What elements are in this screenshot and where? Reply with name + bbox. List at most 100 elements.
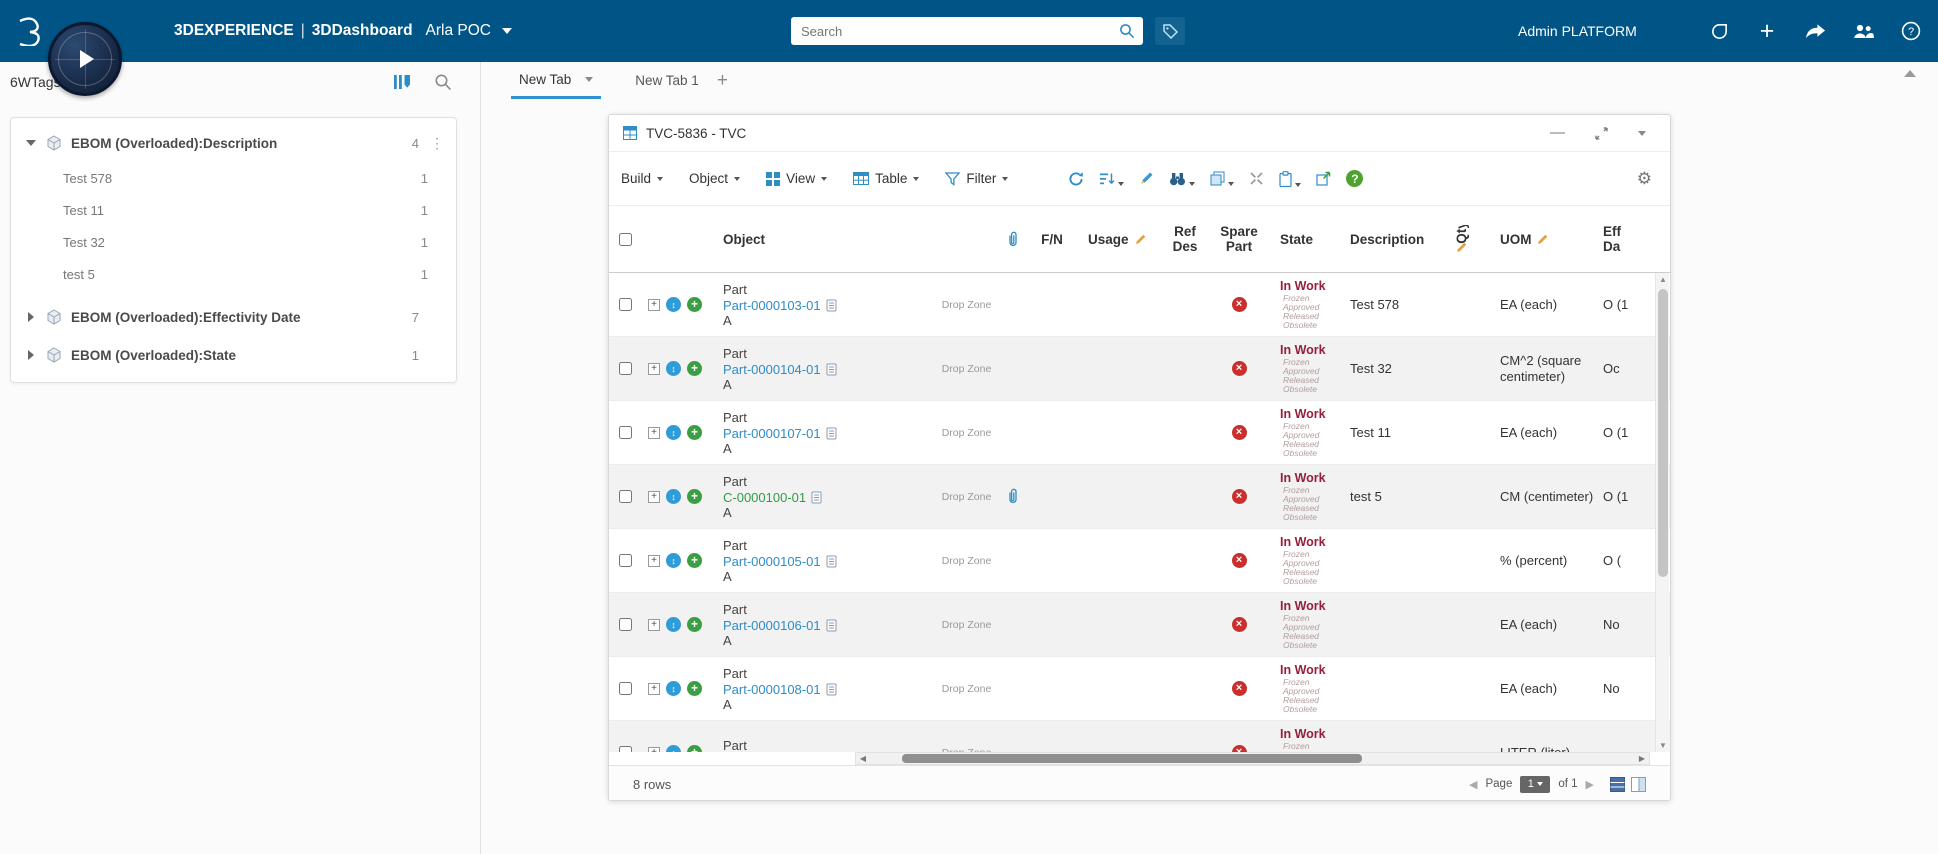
settings-gear-icon[interactable]: ⚙ — [1637, 169, 1652, 189]
row-checkbox[interactable] — [619, 362, 632, 375]
next-page-icon[interactable]: ▶ — [1586, 778, 1594, 791]
refresh-icon[interactable] — [1068, 171, 1084, 187]
page-select[interactable]: 1 — [1520, 776, 1550, 793]
disconnect-icon[interactable] — [1249, 171, 1264, 186]
filter-menu[interactable]: Filter — [945, 171, 1008, 186]
column-description[interactable]: Description — [1340, 232, 1434, 247]
row-checkbox[interactable] — [619, 426, 632, 439]
column-ref-des[interactable]: RefDes — [1158, 224, 1212, 254]
drop-zone[interactable]: Drop Zone — [938, 555, 995, 567]
edit-icon[interactable] — [1139, 171, 1154, 186]
add-part-icon[interactable]: + — [687, 617, 702, 632]
row-checkbox[interactable] — [619, 746, 632, 752]
scroll-right-icon[interactable]: ▶ — [1635, 753, 1649, 764]
binoculars-icon[interactable] — [1169, 172, 1195, 186]
notebook-icon[interactable] — [826, 427, 837, 440]
3dcompass[interactable] — [48, 22, 122, 96]
clipboard-icon[interactable] — [1279, 171, 1301, 187]
scroll-up-icon[interactable]: ▲ — [1656, 273, 1670, 286]
notebook-icon[interactable] — [826, 683, 837, 696]
build-menu[interactable]: Build — [621, 171, 663, 186]
column-fn[interactable]: F/N — [1030, 232, 1074, 247]
3dswym-icon[interactable] — [1706, 18, 1732, 44]
add-part-icon[interactable]: + — [687, 681, 702, 696]
help-icon[interactable]: ? — [1898, 18, 1924, 44]
tag-item[interactable]: Test 32 1 — [11, 226, 456, 258]
column-qty[interactable]: Qty — [1434, 225, 1488, 253]
expand-icon[interactable]: + — [648, 619, 660, 631]
share-icon[interactable] — [1802, 18, 1828, 44]
chevron-right-icon[interactable] — [25, 312, 37, 322]
add-part-icon[interactable]: + — [687, 297, 702, 312]
structure-navigate-icon[interactable]: ↕ — [666, 361, 681, 376]
drop-zone[interactable]: Drop Zone — [938, 299, 995, 311]
scroll-down-icon[interactable]: ▼ — [1656, 739, 1670, 752]
part-link[interactable]: C-0000100-01 — [723, 490, 806, 506]
add-part-icon[interactable]: + — [687, 489, 702, 504]
structure-navigate-icon[interactable]: ↕ — [666, 553, 681, 568]
expand-icon[interactable]: + — [648, 683, 660, 695]
structure-navigate-icon[interactable]: ↕ — [666, 617, 681, 632]
expand-icon[interactable]: + — [648, 299, 660, 311]
widget-help-icon[interactable]: ? — [1346, 170, 1363, 187]
split-view-toggle-icon[interactable] — [1631, 777, 1646, 792]
column-attachment-icon[interactable] — [995, 231, 1030, 248]
expand-icon[interactable]: + — [648, 555, 660, 567]
tag-group-effectivity-date[interactable]: EBOM (Overloaded):Effectivity Date 7 — [11, 298, 456, 336]
sort-icon[interactable] — [1099, 172, 1124, 186]
notebook-icon[interactable] — [811, 491, 822, 504]
row-checkbox[interactable] — [619, 618, 632, 631]
column-uom[interactable]: UOM — [1488, 232, 1599, 247]
drop-zone[interactable]: Drop Zone — [938, 491, 995, 503]
column-state[interactable]: State — [1266, 232, 1340, 247]
widget-menu-caret-icon[interactable] — [1638, 131, 1646, 136]
expand-icon[interactable]: + — [648, 747, 660, 753]
object-menu[interactable]: Object — [689, 171, 740, 186]
tag-item[interactable]: Test 578 1 — [11, 162, 456, 194]
scroll-left-icon[interactable]: ◀ — [856, 753, 870, 764]
structure-navigate-icon[interactable]: ↕ — [666, 489, 681, 504]
expand-widget-icon[interactable] — [1595, 127, 1608, 140]
add-part-icon[interactable]: + — [687, 361, 702, 376]
horizontal-scrollbar[interactable]: ◀ ▶ — [855, 752, 1650, 765]
dashboard-context[interactable]: Arla POC — [426, 22, 491, 40]
notebook-icon[interactable] — [826, 363, 837, 376]
chevron-down-icon[interactable] — [25, 140, 37, 146]
select-all-checkbox[interactable] — [619, 233, 632, 246]
drop-zone[interactable]: Drop Zone — [938, 363, 995, 375]
expand-icon[interactable]: + — [648, 491, 660, 503]
row-checkbox[interactable] — [619, 298, 632, 311]
search-input[interactable] — [791, 24, 1119, 39]
notebook-icon[interactable] — [826, 619, 837, 632]
drop-zone[interactable]: Drop Zone — [938, 427, 995, 439]
tag-item[interactable]: test 5 1 — [11, 258, 456, 290]
6wtags-search-icon[interactable] — [434, 73, 452, 91]
column-usage[interactable]: Usage — [1074, 232, 1158, 247]
structure-navigate-icon[interactable]: ↕ — [666, 425, 681, 440]
tab-new-tab[interactable]: New Tab — [511, 62, 601, 99]
table-menu[interactable]: Table — [853, 171, 919, 186]
expand-icon[interactable]: + — [648, 363, 660, 375]
vertical-scroll-thumb[interactable] — [1658, 289, 1668, 577]
part-link[interactable]: Part-0000108-01 — [723, 682, 821, 698]
drop-zone[interactable]: Drop Zone — [938, 619, 995, 631]
part-link[interactable]: Part-0000103-01 — [723, 298, 821, 314]
part-link[interactable]: Part-0000107-01 — [723, 426, 821, 442]
search-icon[interactable] — [1119, 23, 1135, 39]
column-spare-part[interactable]: SparePart — [1212, 224, 1266, 254]
notebook-icon[interactable] — [826, 299, 837, 312]
prev-page-icon[interactable]: ◀ — [1469, 778, 1477, 791]
kebab-menu-icon[interactable]: ⋮ — [428, 135, 446, 152]
expand-icon[interactable]: + — [648, 427, 660, 439]
6wtags-toggle-icon[interactable] — [1155, 17, 1185, 45]
minimize-icon[interactable]: — — [1550, 128, 1565, 138]
part-link[interactable]: Part-0000104-01 — [723, 362, 821, 378]
column-eff-date[interactable]: Eff Da — [1599, 224, 1639, 254]
drop-zone[interactable]: Drop Zone — [938, 683, 995, 695]
attachment-paperclip-icon[interactable] — [1006, 488, 1020, 505]
add-part-icon[interactable]: + — [687, 553, 702, 568]
add-part-icon[interactable]: + — [687, 425, 702, 440]
add-tab-icon[interactable]: + — [707, 62, 738, 99]
horizontal-scroll-thumb[interactable] — [902, 754, 1362, 763]
open-window-icon[interactable] — [1316, 171, 1331, 186]
